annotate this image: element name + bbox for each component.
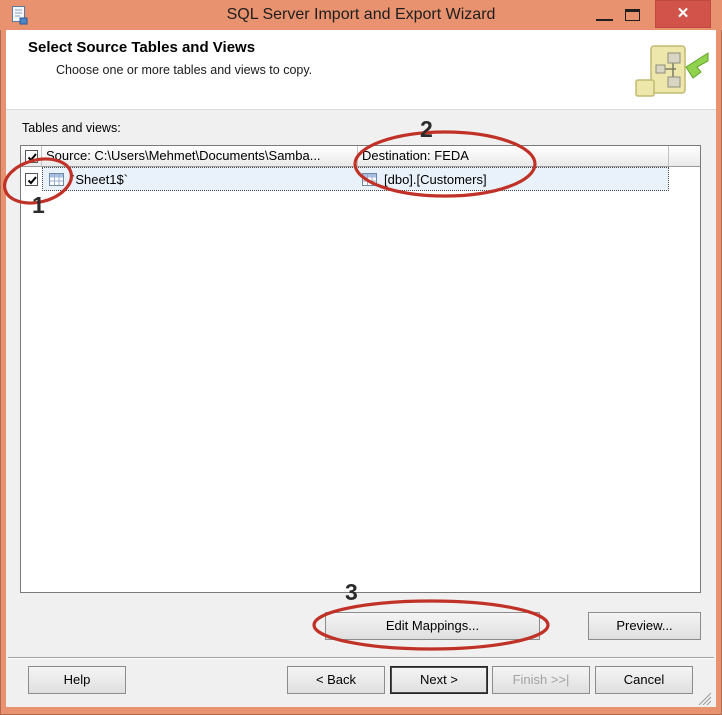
edit-mappings-button[interactable]: Edit Mappings... bbox=[325, 612, 540, 640]
wizard-diagram-icon bbox=[635, 45, 709, 97]
wizard-page-body: Tables and views: Source: C:\Users\Mehme… bbox=[6, 111, 716, 707]
row-checkbox-cell bbox=[21, 167, 42, 191]
preview-button[interactable]: Preview... bbox=[588, 612, 701, 640]
next-button[interactable]: Next > bbox=[390, 666, 488, 694]
source-table-name: `Sheet1$` bbox=[71, 171, 129, 187]
destination-cell[interactable]: [dbo].[Customers] bbox=[358, 172, 487, 187]
select-all-header-cell[interactable] bbox=[21, 146, 42, 167]
maximize-button[interactable] bbox=[622, 0, 648, 28]
destination-table-name: [dbo].[Customers] bbox=[384, 171, 487, 187]
select-all-checkbox[interactable] bbox=[24, 149, 38, 163]
filler-column-header bbox=[669, 146, 700, 167]
dialog-content: Select Source Tables and Views Choose on… bbox=[6, 30, 716, 707]
grid-header-row: Source: C:\Users\Mehmet\Documents\Samba.… bbox=[21, 146, 700, 167]
minimize-button[interactable] bbox=[590, 0, 620, 28]
selected-row-highlight: `Sheet1$` [dbo].[Customers] bbox=[42, 167, 669, 191]
row-checkbox[interactable] bbox=[25, 172, 38, 186]
footer-separator bbox=[8, 657, 714, 659]
tables-grid: Source: C:\Users\Mehmet\Documents\Samba.… bbox=[20, 145, 701, 593]
table-row[interactable]: `Sheet1$` [dbo].[Customers] bbox=[21, 167, 700, 191]
wizard-page-header: Select Source Tables and Views Choose on… bbox=[6, 30, 716, 110]
checkmark-icon bbox=[27, 175, 37, 184]
back-button[interactable]: < Back bbox=[287, 666, 385, 694]
minimize-icon bbox=[596, 19, 613, 21]
destination-column-header[interactable]: Destination: FEDA bbox=[358, 146, 669, 167]
finish-button: Finish >>| bbox=[492, 666, 590, 694]
source-column-header[interactable]: Source: C:\Users\Mehmet\Documents\Samba.… bbox=[42, 146, 358, 167]
titlebar: SQL Server Import and Export Wizard ✕ bbox=[0, 0, 722, 30]
resize-grip[interactable] bbox=[698, 692, 711, 705]
maximize-icon bbox=[625, 9, 640, 21]
page-subtitle: Choose one or more tables and views to c… bbox=[56, 63, 313, 77]
help-button[interactable]: Help bbox=[28, 666, 126, 694]
table-icon bbox=[49, 172, 64, 186]
close-button[interactable]: ✕ bbox=[655, 0, 711, 28]
checkmark-icon bbox=[27, 152, 37, 161]
page-title: Select Source Tables and Views bbox=[28, 39, 256, 56]
source-cell: `Sheet1$` bbox=[43, 172, 358, 187]
table-icon bbox=[362, 172, 377, 186]
tables-and-views-label: Tables and views: bbox=[22, 121, 121, 135]
wizard-window: SQL Server Import and Export Wizard ✕ Se… bbox=[0, 0, 722, 715]
cancel-button[interactable]: Cancel bbox=[595, 666, 693, 694]
